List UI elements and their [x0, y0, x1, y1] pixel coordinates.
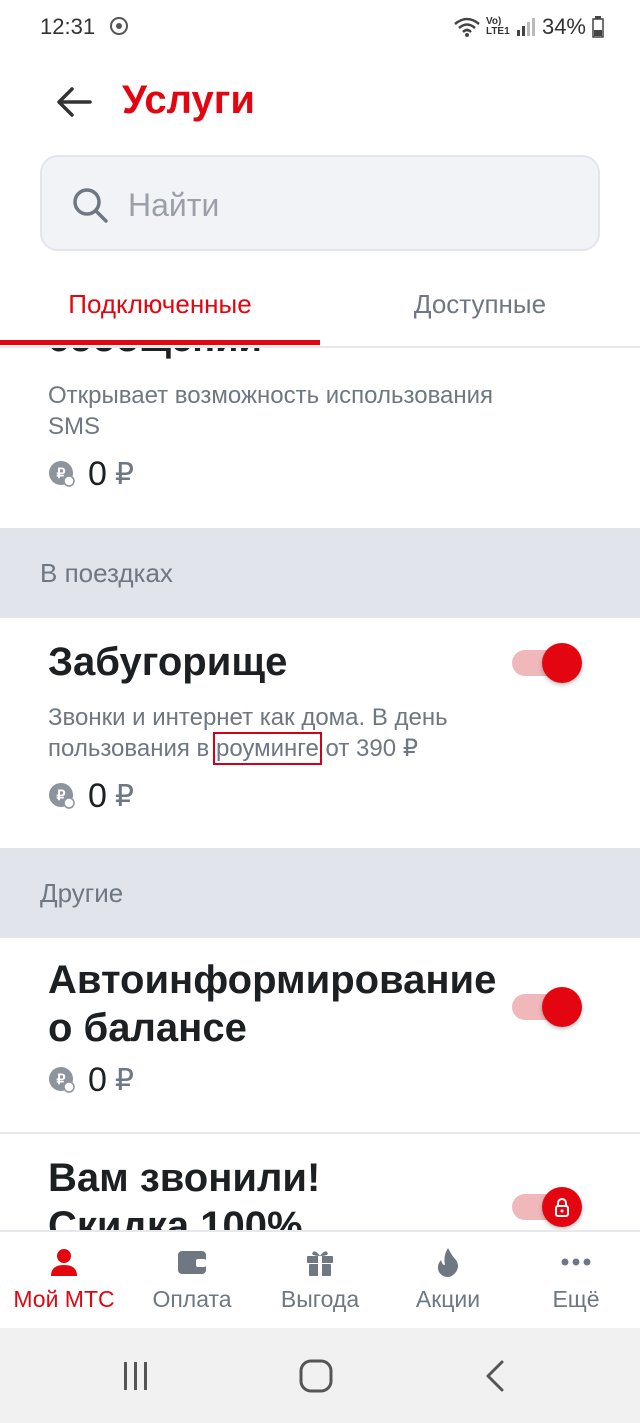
- nav-payment[interactable]: Оплата: [128, 1232, 256, 1328]
- app-notification-icon: [110, 17, 128, 35]
- service-price: ₽ 0 ₽: [48, 1060, 134, 1100]
- service-title[interactable]: Автоинформирование о балансе: [48, 956, 496, 1052]
- status-time: 12:31: [40, 14, 96, 39]
- nav-label: Мой МТС: [13, 1286, 115, 1312]
- service-description: Открывает возможность использования SMS: [48, 382, 494, 440]
- search-input[interactable]: [128, 181, 568, 229]
- services-list[interactable]: сообщений Открывает возможность использо…: [0, 348, 640, 1230]
- service-toggle-locked[interactable]: [510, 1186, 582, 1228]
- user-icon: [51, 1249, 77, 1276]
- toggle-knob: [542, 1187, 582, 1227]
- service-title-partial: сообщений: [48, 348, 262, 361]
- nav-label: Акции: [415, 1286, 481, 1312]
- system-nav-bar: [0, 1328, 640, 1423]
- bottom-nav: Мой МТС Оплата Выгода Акции Ещё: [0, 1230, 640, 1328]
- status-bar: 12:31 Vo) LTE1 34%: [0, 0, 640, 56]
- nav-label: Оплата: [152, 1286, 232, 1312]
- status-indicators: Vo) LTE1 34%: [454, 14, 604, 40]
- signal-icon: [516, 18, 535, 36]
- battery-icon: [592, 16, 604, 38]
- back-nav-icon[interactable]: [476, 1356, 516, 1396]
- section-label: Другие: [40, 878, 124, 908]
- search-box[interactable]: [40, 155, 600, 251]
- arrow-left-icon: [57, 87, 92, 117]
- divider: [0, 1132, 640, 1134]
- wallet-icon: [178, 1251, 206, 1274]
- tab-connected[interactable]: Подключенные: [0, 262, 320, 346]
- active-tab-indicator: [0, 340, 320, 345]
- network-type-label: Vo) LTE1: [485, 16, 510, 37]
- ruble-coin-icon: ₽: [49, 783, 75, 809]
- ruble-coin-icon: ₽: [49, 461, 75, 487]
- flame-icon: [437, 1248, 458, 1277]
- nav-promotions[interactable]: Акции: [384, 1232, 512, 1328]
- gift-icon: [307, 1251, 333, 1276]
- toggle-knob: [542, 643, 582, 683]
- service-title[interactable]: Вам звонили! Скидка 100%: [48, 1154, 448, 1230]
- search-icon: [73, 188, 108, 223]
- section-header-travel: В поездках: [0, 528, 640, 618]
- tab-bar: Подключенные Доступные: [0, 262, 640, 348]
- price-value: 0: [88, 454, 107, 493]
- back-button[interactable]: [50, 78, 98, 126]
- ruble-coin-icon: ₽: [49, 1067, 75, 1093]
- price-currency: ₽: [114, 457, 135, 491]
- service-description: Звонки и интернет как дома. В день польз…: [48, 702, 518, 765]
- wifi-icon: [454, 17, 480, 37]
- price-value: 0: [88, 1060, 107, 1099]
- service-title[interactable]: Забугорище: [48, 638, 488, 686]
- price-currency: ₽: [114, 1063, 135, 1097]
- price-value: 0: [88, 776, 107, 815]
- nav-more[interactable]: Ещё: [512, 1232, 640, 1328]
- battery-percent: 34%: [541, 14, 586, 39]
- section-header-other: Другие: [0, 848, 640, 938]
- tab-available[interactable]: Доступные: [320, 262, 640, 346]
- toggle-knob: [542, 987, 582, 1027]
- service-toggle[interactable]: [510, 986, 582, 1028]
- price-currency: ₽: [114, 779, 135, 813]
- service-price: ₽ 0 ₽: [48, 776, 134, 816]
- service-price: ₽ 0 ₽: [48, 454, 134, 494]
- page-title: Услуги: [122, 78, 255, 122]
- service-toggle[interactable]: [510, 642, 582, 684]
- lock-icon: [555, 1198, 569, 1217]
- nav-label: Выгода: [280, 1286, 360, 1312]
- header: Услуги: [0, 56, 640, 146]
- recent-apps-icon[interactable]: [116, 1356, 156, 1396]
- more-dots-icon: [561, 1258, 591, 1266]
- nav-label: Ещё: [552, 1286, 600, 1312]
- section-label: В поездках: [40, 558, 173, 588]
- roaming-highlight: роуминге: [212, 732, 322, 765]
- nav-benefits[interactable]: Выгода: [256, 1232, 384, 1328]
- home-icon[interactable]: [296, 1356, 336, 1396]
- nav-my-mts[interactable]: Мой МТС: [0, 1232, 128, 1328]
- desc-text-end: от 390 ₽: [318, 735, 419, 762]
